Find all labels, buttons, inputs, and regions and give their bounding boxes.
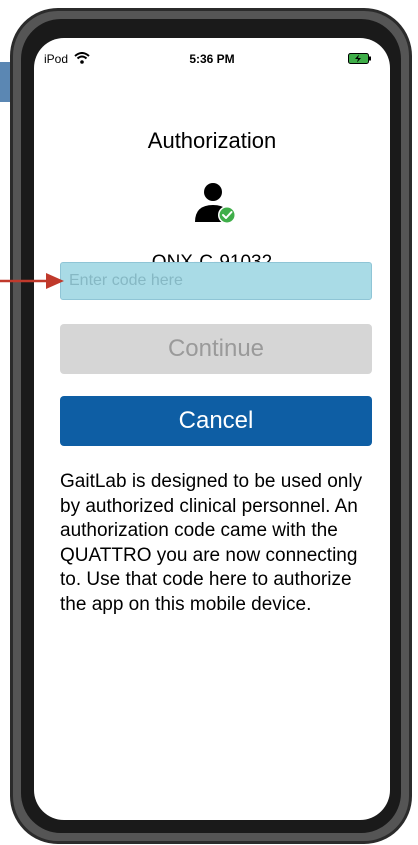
continue-button[interactable]: Continue <box>60 324 372 374</box>
page-title: Authorization <box>147 128 277 153</box>
authorization-info-text: GaitLab is designed to be used only by a… <box>60 471 363 615</box>
status-bar: iPod 5:36 PM <box>34 38 390 78</box>
authorization-code-input[interactable] <box>60 262 372 300</box>
pointer-arrow-icon <box>0 273 64 289</box>
status-time: 5:36 PM <box>189 52 235 66</box>
app-screen: iPod 5:36 PM Authorization QNX-C-91032 C… <box>34 38 390 820</box>
user-check-icon <box>195 183 236 224</box>
cancel-button[interactable]: Cancel <box>60 396 372 446</box>
battery-charging-icon <box>348 53 371 64</box>
